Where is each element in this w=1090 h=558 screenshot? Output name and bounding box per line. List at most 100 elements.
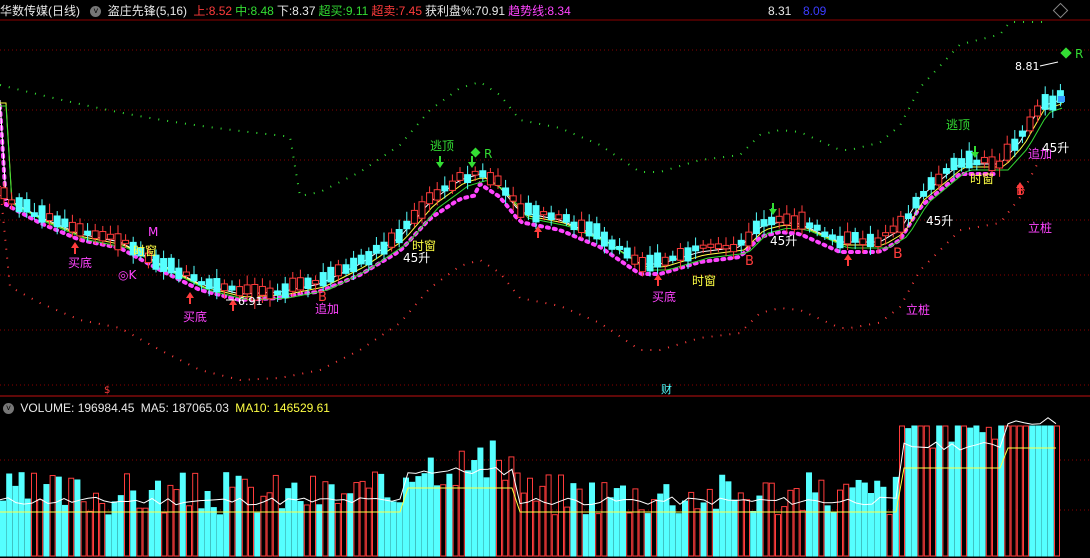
candle-body — [456, 172, 464, 181]
volume-bar — [198, 508, 205, 557]
candle-body — [616, 245, 624, 250]
volume-bar — [229, 486, 236, 557]
annotation-label: 时窗 — [970, 172, 994, 186]
candle-body — [623, 247, 631, 259]
candle-body — [426, 192, 434, 205]
volume-bar — [923, 425, 930, 557]
candle-body — [790, 215, 798, 230]
candle-body — [851, 232, 859, 243]
candle-body — [84, 230, 92, 236]
annotation-label: ◎K — [118, 268, 137, 282]
volume-bar — [124, 473, 130, 557]
volume-bar — [874, 480, 881, 557]
volume-bar — [595, 513, 602, 557]
annotation-label: 45升 — [403, 251, 430, 265]
candle-body — [593, 223, 601, 240]
volume-bar — [310, 475, 316, 557]
candle-body — [1049, 95, 1057, 111]
candle-body — [996, 160, 1004, 169]
candle-body — [304, 277, 312, 289]
volume-bar — [465, 470, 471, 557]
volume-bar — [508, 456, 515, 557]
trend-line — [0, 104, 998, 303]
volume-bar — [341, 493, 347, 557]
volume-bar — [849, 487, 856, 557]
candle-body — [471, 170, 479, 176]
candle-body — [334, 264, 342, 277]
volume-bar — [291, 482, 298, 557]
volume-bar — [954, 425, 961, 557]
volume-bar — [911, 425, 918, 557]
candle-body — [806, 222, 814, 229]
candle-body — [114, 233, 122, 251]
volume-bar — [700, 502, 707, 557]
volume-bar — [533, 500, 540, 557]
candle-body — [76, 223, 84, 237]
candle-body — [813, 224, 821, 231]
candle-body — [312, 279, 320, 285]
volume-bar — [694, 508, 701, 557]
candle-body — [600, 231, 608, 247]
volume-bar — [396, 502, 403, 557]
candle-body — [350, 257, 358, 273]
candle-body — [540, 211, 548, 216]
volume-bar — [496, 459, 502, 557]
red-up-arrow-icon — [186, 292, 194, 304]
candle-body — [365, 251, 373, 266]
candle-body — [258, 285, 266, 296]
volume-bar — [434, 485, 440, 557]
candle-body — [897, 215, 905, 233]
candle-body — [699, 244, 707, 249]
candle-body — [198, 281, 206, 286]
volume-bar — [248, 486, 254, 557]
candle-body — [53, 215, 61, 228]
volume-bar — [235, 475, 242, 557]
candle-body — [403, 220, 411, 230]
candle-body — [1018, 130, 1026, 137]
annotation-label: R — [484, 147, 492, 161]
volume-bar — [744, 499, 750, 557]
candle-body — [0, 187, 8, 200]
volume-bar — [43, 484, 50, 557]
annotation-label: $ — [104, 385, 110, 396]
candle-body — [228, 285, 236, 291]
volume-bar — [173, 489, 180, 557]
candle-body — [15, 197, 23, 213]
volume-bar — [0, 500, 6, 557]
kline-chart[interactable]: 买底买底买底时窗 时窗时窗时窗逃顶逃顶追加追加45升45升45升45升立桩立桩◎K… — [0, 0, 1090, 558]
candle-body — [319, 272, 327, 287]
candle-body — [654, 252, 662, 268]
annotation-label: 买底 — [68, 255, 92, 270]
volume-bar — [818, 479, 825, 557]
candle-body — [844, 231, 852, 245]
annotation-label: 时窗 — [133, 244, 157, 258]
candle-body — [1003, 143, 1011, 161]
volume-bar — [961, 425, 967, 557]
volume-bar — [626, 512, 633, 557]
candle-body — [927, 177, 935, 190]
annotation-label: R — [1075, 47, 1083, 61]
volume-bar — [359, 480, 366, 557]
annotation-label: 财 — [661, 382, 672, 396]
volume-bar — [775, 514, 781, 557]
annotation-label: 买底 — [183, 309, 207, 324]
volume-bar — [483, 477, 490, 557]
candle-body — [988, 156, 996, 172]
candle-body — [433, 189, 441, 201]
candle-body — [494, 175, 502, 186]
candle-body — [714, 243, 722, 250]
annotation-label: 45升 — [1042, 141, 1069, 155]
volume-bar — [576, 488, 583, 557]
volume-bar — [440, 484, 447, 557]
candle-body — [730, 243, 738, 253]
candle-body — [205, 278, 213, 290]
green-down-arrow-icon — [436, 156, 444, 168]
volume-bar — [539, 485, 546, 557]
candle-body — [882, 232, 890, 237]
volume-bar — [787, 489, 794, 557]
volume-bar — [353, 482, 360, 557]
candle-body — [182, 271, 190, 277]
candle-body — [296, 277, 304, 291]
volume-bar — [328, 484, 335, 557]
candle-body — [859, 238, 867, 246]
